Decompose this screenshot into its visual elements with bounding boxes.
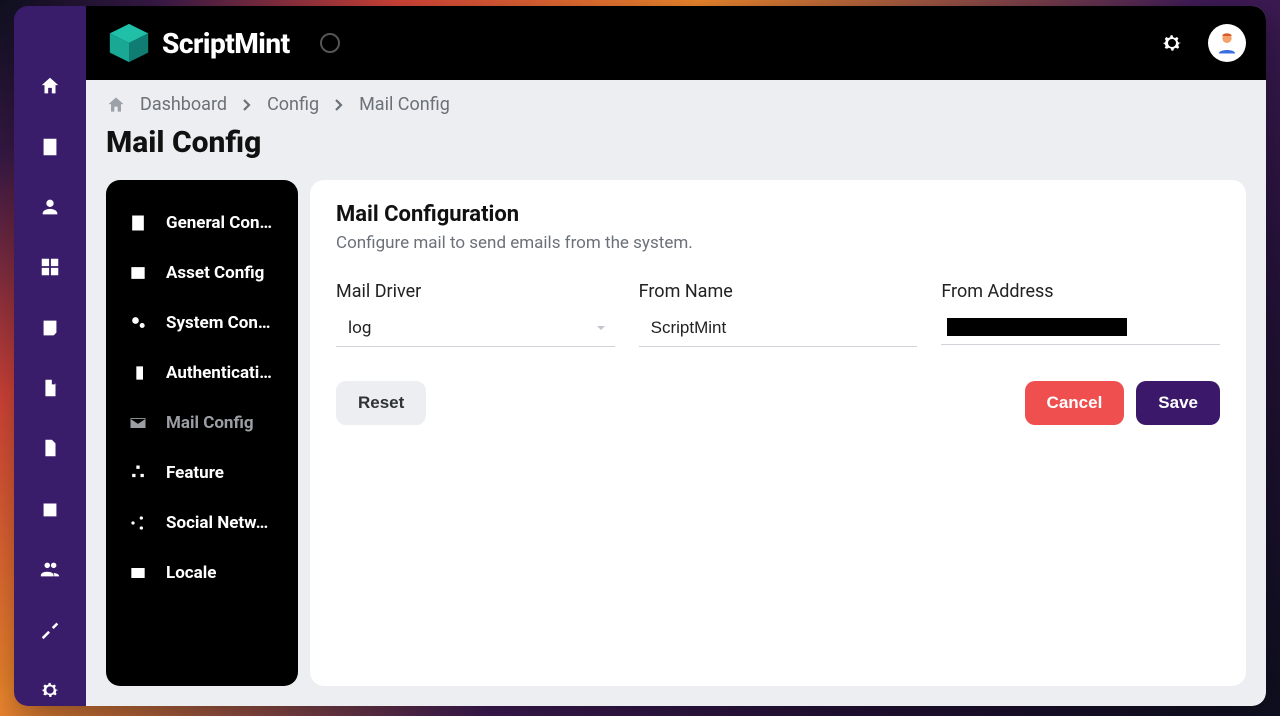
config-nav-feature[interactable]: Feature — [106, 448, 298, 498]
config-nav-label: Mail Config — [166, 413, 254, 433]
document-icon — [39, 377, 61, 399]
mail-driver-select[interactable]: log — [336, 312, 615, 347]
topbar-settings-icon[interactable] — [1160, 31, 1184, 55]
document-lines-icon — [39, 437, 61, 459]
user-avatar[interactable] — [1208, 24, 1246, 62]
boxes-icon — [128, 463, 148, 483]
breadcrumb-home-icon[interactable] — [106, 95, 126, 115]
breadcrumb-config[interactable]: Config — [267, 94, 319, 115]
envelope-icon — [128, 413, 148, 433]
brand-logo[interactable]: ScriptMint — [106, 20, 290, 66]
loading-indicator-icon — [320, 33, 340, 53]
config-nav-label: General Con… — [166, 213, 272, 233]
breadcrumb-current: Mail Config — [359, 94, 450, 115]
config-nav-label: System Con… — [166, 313, 270, 333]
rail-building[interactable] — [30, 130, 70, 162]
config-nav-mail[interactable]: Mail Config — [106, 398, 298, 448]
image-icon — [128, 263, 148, 283]
config-nav-general[interactable]: General Con… — [106, 198, 298, 248]
mail-config-card: Mail Configuration Configure mail to sen… — [310, 180, 1246, 686]
building-icon — [39, 136, 61, 158]
rail-grid[interactable] — [30, 251, 70, 283]
rail-doc1[interactable] — [30, 372, 70, 404]
config-nav-auth[interactable]: Authenticati… — [106, 348, 298, 398]
config-nav-locale[interactable]: Locale — [106, 548, 298, 598]
config-nav-label: Authenticati… — [166, 363, 272, 383]
from-name-label: From Name — [639, 281, 918, 302]
rail-user[interactable] — [30, 191, 70, 223]
config-nav-system[interactable]: System Con… — [106, 298, 298, 348]
config-nav-label: Social Netw… — [166, 513, 268, 533]
rail-home[interactable] — [30, 70, 70, 102]
calendar-icon — [39, 498, 61, 520]
from-name-input[interactable] — [641, 318, 916, 338]
mail-driver-value: log — [338, 318, 595, 338]
brand-logo-mark — [106, 20, 152, 66]
note-icon — [39, 317, 61, 339]
rail-doc2[interactable] — [30, 432, 70, 464]
field-from-address: From Address — [941, 281, 1220, 347]
from-address-input[interactable] — [941, 312, 1220, 345]
save-button[interactable]: Save — [1136, 381, 1220, 425]
page-title: Mail Config — [106, 125, 1246, 160]
gears-icon — [128, 313, 148, 333]
rail-note[interactable] — [30, 311, 70, 343]
grid-icon — [39, 256, 61, 278]
user-icon — [39, 196, 61, 218]
breadcrumb-dashboard[interactable]: Dashboard — [140, 94, 227, 115]
left-icon-rail — [14, 6, 86, 706]
chevron-right-icon — [333, 99, 345, 111]
building-icon — [128, 213, 148, 233]
topbar: ScriptMint — [86, 6, 1266, 80]
reset-button[interactable]: Reset — [336, 381, 426, 425]
card-subtitle: Configure mail to send emails from the s… — [336, 233, 1220, 253]
rail-calendar[interactable] — [30, 493, 70, 525]
rail-settings[interactable] — [30, 674, 70, 706]
locale-icon — [128, 563, 148, 583]
users-icon — [39, 558, 61, 580]
config-nav-social[interactable]: Social Netw… — [106, 498, 298, 548]
login-icon — [128, 363, 148, 383]
mail-driver-label: Mail Driver — [336, 281, 615, 302]
home-icon — [39, 75, 61, 97]
redacted-value — [947, 318, 1127, 336]
breadcrumb: Dashboard Config Mail Config — [106, 94, 1246, 115]
field-mail-driver: Mail Driver log — [336, 281, 615, 347]
config-nav-asset[interactable]: Asset Config — [106, 248, 298, 298]
cancel-button[interactable]: Cancel — [1025, 381, 1125, 425]
chevron-right-icon — [241, 99, 253, 111]
card-title: Mail Configuration — [336, 202, 1220, 227]
field-from-name: From Name — [639, 281, 918, 347]
config-nav-label: Asset Config — [166, 263, 264, 283]
share-icon — [128, 513, 148, 533]
chevron-down-icon — [595, 322, 607, 334]
avatar-icon — [1213, 29, 1241, 57]
gear-icon — [39, 679, 61, 701]
tools-icon — [39, 618, 61, 640]
from-address-label: From Address — [941, 281, 1220, 302]
rail-users[interactable] — [30, 553, 70, 585]
config-nav-label: Feature — [166, 463, 224, 483]
rail-tools[interactable] — [30, 613, 70, 645]
config-nav-label: Locale — [166, 563, 216, 583]
brand-name: ScriptMint — [162, 27, 290, 60]
config-side-nav: General Con… Asset Config System Con… Au… — [106, 180, 298, 686]
